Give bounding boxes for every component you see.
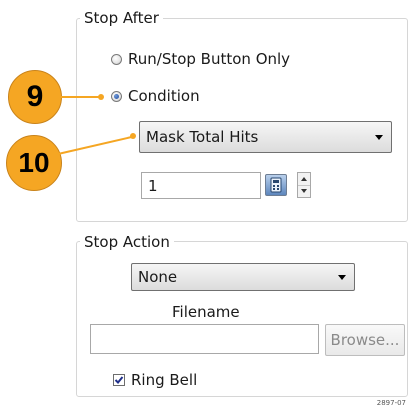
spin-down-icon[interactable]	[298, 185, 310, 197]
browse-button[interactable]: Browse...	[325, 324, 405, 356]
count-input[interactable]: 1	[141, 172, 261, 199]
stop-action-dropdown-value: None	[138, 268, 178, 286]
chevron-down-icon	[375, 135, 383, 140]
callout-9-label: 9	[26, 80, 44, 113]
radio-run-stop-only[interactable]: Run/Stop Button Only	[111, 50, 290, 68]
count-input-value: 1	[148, 176, 158, 195]
ring-bell-label: Ring Bell	[131, 371, 198, 389]
count-spinner[interactable]	[297, 172, 311, 198]
callout-10-dot	[130, 133, 136, 139]
radio-run-stop-only-circle[interactable]	[111, 53, 122, 65]
calculator-icon[interactable]	[265, 174, 287, 196]
checkmark-icon	[114, 376, 124, 384]
stop-action-dropdown[interactable]: None	[131, 263, 355, 291]
stop-after-title: Stop After	[80, 9, 163, 27]
callout-10-label: 10	[18, 147, 50, 178]
condition-dropdown[interactable]: Mask Total Hits	[139, 121, 392, 153]
ring-bell-checkbox-box[interactable]	[113, 374, 125, 386]
radio-condition[interactable]: Condition	[111, 87, 200, 105]
radio-run-stop-only-label: Run/Stop Button Only	[128, 50, 291, 68]
ring-bell-checkbox[interactable]: Ring Bell	[113, 371, 197, 389]
callout-9-dot	[98, 94, 104, 100]
callout-10: 10	[6, 135, 62, 191]
stop-action-title: Stop Action	[80, 233, 174, 251]
calculator-icon-graphic	[270, 177, 282, 193]
radio-condition-circle[interactable]	[111, 90, 122, 102]
filename-input[interactable]	[90, 324, 319, 354]
browse-button-label: Browse...	[330, 331, 400, 349]
figure-id: 2897-07	[376, 399, 406, 407]
callout-9: 9	[8, 70, 62, 124]
callout-9-leader	[60, 96, 100, 98]
chevron-down-icon	[338, 275, 346, 280]
filename-label: Filename	[172, 303, 240, 321]
condition-dropdown-value: Mask Total Hits	[146, 128, 259, 146]
radio-condition-label: Condition	[128, 87, 200, 105]
